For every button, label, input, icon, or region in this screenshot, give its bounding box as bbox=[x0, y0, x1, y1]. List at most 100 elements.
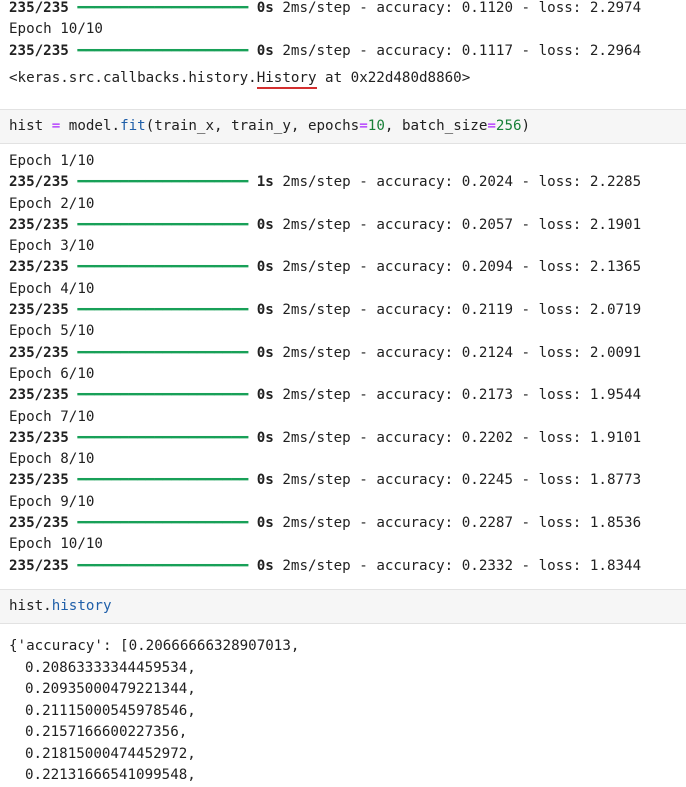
code-line[interactable]: hist = model.fit(train_x, train_y, epoch… bbox=[0, 110, 686, 142]
step-rate: 2ms/step bbox=[282, 174, 351, 191]
elapsed-time: 0s bbox=[256, 387, 274, 404]
code-paren: ) bbox=[521, 118, 531, 134]
code-operator: = bbox=[51, 118, 61, 134]
history-repr-prefix: <keras.src.callbacks.history. bbox=[9, 69, 257, 86]
progress-bar: ━━━━━━━━━━━━━━━━━━━━ bbox=[77, 0, 249, 16]
loss-value: loss: 2.1365 bbox=[538, 259, 642, 276]
loss-value: loss: 2.2285 bbox=[538, 174, 642, 191]
code-object: model. bbox=[60, 118, 121, 134]
training-output: Epoch 1/10 235/235 ━━━━━━━━━━━━━━━━━━━━ 1… bbox=[0, 151, 641, 577]
history-dict-output: {'accuracy': [0.20666666328907013, 0.208… bbox=[0, 636, 299, 787]
elapsed-time: 0s bbox=[256, 216, 274, 233]
progress-bar: ━━━━━━━━━━━━━━━━━━━━ bbox=[77, 387, 249, 404]
accuracy-value: accuracy: 0.2287 bbox=[376, 515, 514, 532]
code-attribute: history bbox=[51, 598, 112, 614]
previous-output: 235/235 ━━━━━━━━━━━━━━━━━━━━ 0s 2ms/step… bbox=[0, 0, 641, 89]
step-count: 235/235 bbox=[9, 515, 69, 532]
code-cell-fit[interactable]: hist = model.fit(train_x, train_y, epoch… bbox=[0, 109, 686, 144]
elapsed-time: 0s bbox=[256, 42, 274, 59]
epoch-label: Epoch 6/10 bbox=[9, 365, 95, 382]
code-number: 256 bbox=[495, 118, 522, 134]
code-number: 10 bbox=[367, 118, 385, 134]
epoch-label: Epoch 8/10 bbox=[9, 451, 95, 468]
progress-row: 235/235 ━━━━━━━━━━━━━━━━━━━━ 0s 2ms/step… bbox=[9, 557, 642, 574]
epoch-label: Epoch 5/10 bbox=[9, 323, 95, 340]
dict-first-line: {'accuracy': [0.20666666328907013, bbox=[9, 638, 300, 654]
loss-value: loss: 1.9101 bbox=[538, 429, 642, 446]
accuracy-value: accuracy: 0.2119 bbox=[376, 302, 514, 319]
step-rate: 2ms/step bbox=[282, 515, 351, 532]
step-rate: 2ms/step bbox=[282, 302, 351, 319]
step-rate: 2ms/step bbox=[282, 259, 351, 276]
progress-row: 235/235 ━━━━━━━━━━━━━━━━━━━━ 0s 2ms/step… bbox=[9, 429, 642, 446]
accuracy-value: accuracy: 0.1117 bbox=[376, 42, 514, 59]
progress-bar: ━━━━━━━━━━━━━━━━━━━━ bbox=[77, 216, 249, 233]
epoch-label: Epoch 3/10 bbox=[9, 238, 95, 255]
code-line[interactable]: hist.history bbox=[0, 590, 686, 622]
elapsed-time: 0s bbox=[256, 259, 274, 276]
step-rate: 2ms/step bbox=[282, 429, 351, 446]
epoch-label: Epoch 4/10 bbox=[9, 280, 95, 297]
step-count: 235/235 bbox=[9, 429, 69, 446]
progress-row: 235/235 ━━━━━━━━━━━━━━━━━━━━ 0s 2ms/step… bbox=[9, 216, 642, 233]
code-operator: = bbox=[359, 118, 368, 134]
step-rate: 2ms/step bbox=[282, 387, 351, 404]
accuracy-value: accuracy: 0.2332 bbox=[376, 557, 514, 574]
progress-bar: ━━━━━━━━━━━━━━━━━━━━ bbox=[77, 429, 249, 446]
dict-value-line: 0.21815000474452972, bbox=[25, 745, 196, 762]
loss-value: loss: 2.0091 bbox=[538, 344, 642, 361]
dict-value-line: 0.2157166600227356, bbox=[25, 724, 188, 740]
progress-row: 235/235 ━━━━━━━━━━━━━━━━━━━━ 0s 2ms/step… bbox=[9, 515, 642, 532]
accuracy-value: accuracy: 0.2024 bbox=[376, 174, 514, 191]
accuracy-value: accuracy: 0.2094 bbox=[376, 259, 514, 276]
elapsed-time: 0s bbox=[256, 302, 274, 319]
dict-value-line: 0.21115000545978546, bbox=[25, 702, 196, 719]
progress-row: 235/235 ━━━━━━━━━━━━━━━━━━━━ 0s 2ms/step… bbox=[9, 0, 642, 16]
accuracy-value: accuracy: 0.2173 bbox=[376, 387, 514, 404]
history-repr-suffix: at 0x22d480d8860> bbox=[316, 69, 471, 86]
progress-bar: ━━━━━━━━━━━━━━━━━━━━ bbox=[77, 42, 249, 59]
step-count: 235/235 bbox=[9, 42, 69, 59]
loss-value: loss: 2.1901 bbox=[538, 216, 642, 233]
accuracy-value: accuracy: 0.1120 bbox=[376, 0, 514, 16]
progress-row: 235/235 ━━━━━━━━━━━━━━━━━━━━ 0s 2ms/step… bbox=[9, 472, 642, 489]
progress-bar: ━━━━━━━━━━━━━━━━━━━━ bbox=[77, 302, 249, 319]
epoch-label: Epoch 9/10 bbox=[9, 493, 95, 510]
accuracy-value: accuracy: 0.2245 bbox=[376, 472, 514, 489]
accuracy-value: accuracy: 0.2057 bbox=[376, 216, 514, 233]
code-object: hist. bbox=[9, 598, 52, 614]
progress-bar: ━━━━━━━━━━━━━━━━━━━━ bbox=[77, 174, 249, 191]
epoch-label: Epoch 7/10 bbox=[9, 408, 95, 425]
loss-value: loss: 1.8536 bbox=[538, 515, 642, 532]
step-count: 235/235 bbox=[9, 216, 69, 233]
progress-row: 235/235 ━━━━━━━━━━━━━━━━━━━━ 0s 2ms/step… bbox=[9, 42, 642, 59]
code-args: (train_x, train_y, epochs bbox=[145, 118, 360, 134]
step-rate: 2ms/step bbox=[282, 216, 351, 233]
progress-row: 235/235 ━━━━━━━━━━━━━━━━━━━━ 1s 2ms/step… bbox=[9, 174, 642, 191]
elapsed-time: 0s bbox=[256, 515, 274, 532]
loss-value: loss: 1.8344 bbox=[538, 557, 642, 574]
progress-bar: ━━━━━━━━━━━━━━━━━━━━ bbox=[77, 344, 249, 361]
accuracy-value: accuracy: 0.2202 bbox=[376, 429, 514, 446]
epoch-label: Epoch 2/10 bbox=[9, 195, 95, 212]
history-class-name[interactable]: History bbox=[256, 69, 317, 89]
progress-bar: ━━━━━━━━━━━━━━━━━━━━ bbox=[77, 259, 249, 276]
code-operator: = bbox=[487, 118, 496, 134]
step-count: 235/235 bbox=[9, 557, 69, 574]
step-count: 235/235 bbox=[9, 472, 69, 489]
code-cell-history[interactable]: hist.history bbox=[0, 589, 686, 624]
elapsed-time: 0s bbox=[256, 344, 274, 361]
dict-value-line: 0.20935000479221344, bbox=[25, 681, 196, 697]
epoch-label: Epoch 10/10 bbox=[9, 21, 103, 38]
code-method: fit bbox=[120, 118, 146, 134]
step-count: 235/235 bbox=[9, 174, 69, 191]
loss-value: loss: 2.2974 bbox=[538, 0, 642, 16]
loss-value: loss: 1.9544 bbox=[538, 387, 642, 404]
epoch-label: Epoch 1/10 bbox=[9, 153, 95, 169]
progress-row: 235/235 ━━━━━━━━━━━━━━━━━━━━ 0s 2ms/step… bbox=[9, 302, 642, 319]
dict-value-line: 0.22131666541099548, bbox=[25, 767, 196, 783]
step-count: 235/235 bbox=[9, 0, 69, 16]
loss-value: loss: 2.2964 bbox=[538, 42, 642, 59]
step-rate: 2ms/step bbox=[282, 344, 351, 361]
progress-bar: ━━━━━━━━━━━━━━━━━━━━ bbox=[77, 557, 249, 574]
